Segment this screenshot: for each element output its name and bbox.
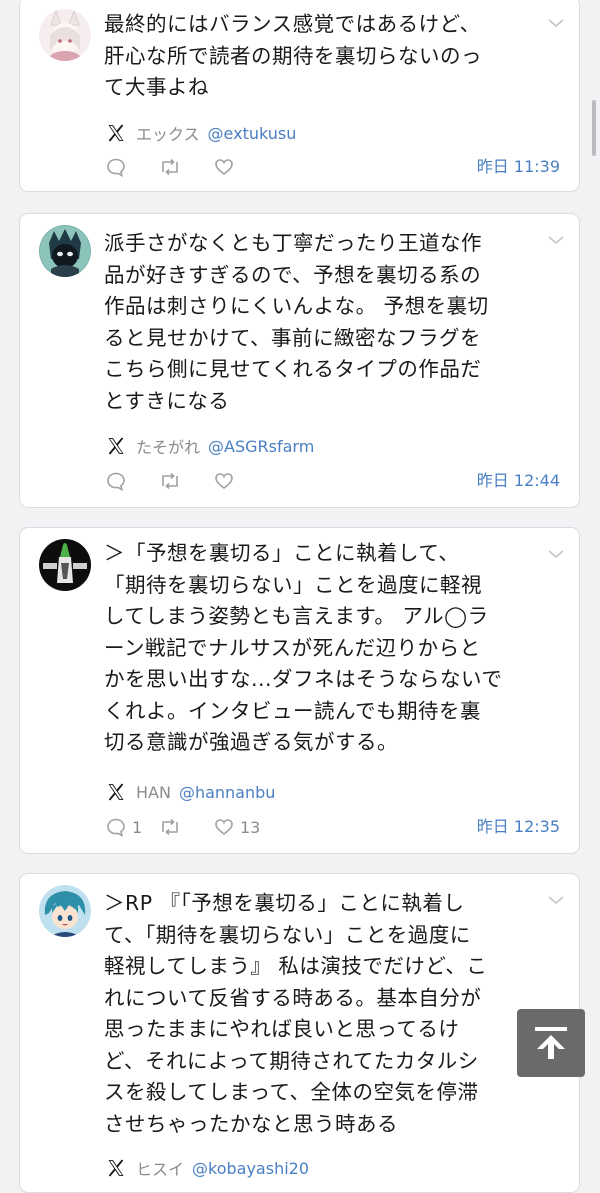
tweet-timestamp[interactable]: 昨日 11:39 (477, 155, 560, 179)
author-handle[interactable]: @kobayashi20 (192, 1159, 309, 1178)
tweet-text: ＞「予想を裏切る」ことに執着して、 「期待を裏切らない」ことを過度に軽視 してし… (104, 541, 503, 754)
retweet-icon (162, 158, 178, 176)
tweet-timestamp[interactable]: 昨日 12:35 (477, 815, 560, 839)
reply-button[interactable] (106, 471, 160, 491)
tweet-text: 派手さがなくとも丁寧だったり王道な作 品が好きすぎるので、予想を裏切る系の 作品… (104, 231, 489, 413)
like-button[interactable] (214, 471, 268, 491)
tweet-actions (106, 155, 268, 179)
author-name: HAN (136, 782, 171, 802)
reply-button[interactable]: 1 (106, 817, 160, 837)
tweet-card[interactable]: ＞RP 『「予想を裏切る」ことに執着し て、「期待を裏切らない」ことを過度に 軽… (19, 873, 580, 1193)
tweet-author[interactable]: HAN @hannanbu (106, 780, 275, 804)
like-button[interactable]: 13 (214, 817, 294, 837)
tweet-card[interactable]: 最終的にはバランス感覚ではあるけど、 肝心な所で読者の期待を裏切らないのっ て大… (19, 0, 580, 192)
reply-button[interactable] (106, 157, 160, 177)
heart-icon (215, 819, 233, 836)
tweet-actions (106, 469, 268, 493)
arrow-up-to-line-icon (535, 1027, 567, 1059)
x-logo-icon (108, 783, 124, 801)
author-name: ヒスイ (136, 1160, 185, 1179)
author-handle[interactable]: @hannanbu (179, 783, 275, 802)
tweet-actions: 1 13 (106, 815, 294, 839)
chevron-down-icon[interactable] (547, 17, 565, 29)
x-logo-icon (108, 437, 124, 455)
avatar[interactable] (39, 9, 91, 61)
author-name: エックス (136, 125, 200, 144)
tweet-timestamp[interactable]: 昨日 12:44 (477, 469, 560, 493)
reply-icon (107, 472, 125, 491)
back-to-top-button[interactable] (517, 1009, 585, 1077)
retweet-button[interactable] (160, 471, 214, 491)
reply-count: 1 (132, 817, 143, 837)
x-logo-icon (108, 124, 124, 142)
avatar[interactable] (39, 225, 91, 277)
reply-icon (107, 158, 125, 177)
chevron-down-icon[interactable] (547, 234, 565, 246)
heart-icon (215, 473, 233, 490)
author-handle[interactable]: @ASGRsfarm (208, 437, 314, 456)
chevron-down-icon[interactable] (547, 894, 565, 906)
avatar[interactable] (39, 539, 91, 591)
tweet-card[interactable]: ＞「予想を裏切る」ことに執着して、 「期待を裏切らない」ことを過度に軽視 してし… (19, 527, 580, 854)
tweet-author[interactable]: たそがれ @ASGRsfarm (106, 434, 314, 458)
author-handle[interactable]: @extukusu (208, 124, 297, 143)
reply-icon (107, 818, 125, 837)
retweet-button[interactable] (160, 817, 214, 837)
scrollbar-thumb[interactable] (592, 100, 596, 156)
heart-icon (215, 159, 233, 176)
tweet-author[interactable]: エックス @extukusu (106, 121, 296, 145)
author-name: たそがれ (136, 438, 201, 457)
tweet-text: ＞RP 『「予想を裏切る」ことに執着し て、「期待を裏切らない」ことを過度に 軽… (104, 891, 488, 1136)
like-count: 13 (240, 817, 261, 837)
retweet-button[interactable] (160, 157, 214, 177)
tweet-card[interactable]: 派手さがなくとも丁寧だったり王道な作 品が好きすぎるので、予想を裏切る系の 作品… (19, 213, 580, 508)
retweet-icon (162, 818, 178, 836)
like-button[interactable] (214, 157, 268, 177)
avatar[interactable] (39, 885, 91, 937)
chevron-down-icon[interactable] (547, 548, 565, 560)
retweet-icon (162, 472, 178, 490)
x-logo-icon (108, 1159, 124, 1177)
tweet-author[interactable]: ヒスイ @kobayashi20 (106, 1156, 309, 1180)
tweet-text: 最終的にはバランス感覚ではあるけど、 肝心な所で読者の期待を裏切らないのっ て大… (104, 12, 482, 99)
